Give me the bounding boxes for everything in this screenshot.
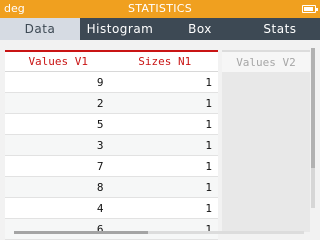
values-v2-column[interactable] xyxy=(222,72,310,232)
tab-bar: Data Histogram Box Stats xyxy=(0,18,320,40)
status-bar: deg STATISTICS xyxy=(0,0,320,18)
vertical-scroll-thumb[interactable] xyxy=(311,48,315,168)
table-row: 9 1 xyxy=(5,72,218,93)
value-cell[interactable]: 4 xyxy=(5,202,114,215)
table-row: 2 1 xyxy=(5,93,218,114)
table-row: 6 1 xyxy=(5,219,218,240)
size-cell[interactable]: 1 xyxy=(114,181,219,194)
size-cell[interactable]: 1 xyxy=(114,97,219,110)
size-cell[interactable]: 1 xyxy=(114,160,219,173)
vertical-scrollbar[interactable] xyxy=(311,48,315,208)
values-v2-header[interactable]: Values V2 xyxy=(222,50,310,72)
value-cell[interactable]: 8 xyxy=(5,181,114,194)
size-cell[interactable]: 1 xyxy=(114,202,219,215)
tab-data[interactable]: Data xyxy=(0,18,80,40)
app-title: STATISTICS xyxy=(127,2,193,15)
values-v1-header[interactable]: Values V1 xyxy=(5,55,112,68)
battery-icon xyxy=(302,5,318,13)
size-cell[interactable]: 1 xyxy=(114,118,219,131)
table-row: 4 1 xyxy=(5,198,218,219)
size-cell[interactable]: 1 xyxy=(114,76,219,89)
sizes-n1-header[interactable]: Sizes N1 xyxy=(112,55,219,68)
tab-histogram[interactable]: Histogram xyxy=(80,18,160,40)
battery-level xyxy=(304,7,313,11)
value-cell[interactable]: 5 xyxy=(5,118,114,131)
table-row: 3 1 xyxy=(5,135,218,156)
tab-box[interactable]: Box xyxy=(160,18,240,40)
table-row: 5 1 xyxy=(5,114,218,135)
value-cell[interactable]: 2 xyxy=(5,97,114,110)
table-row: 8 1 xyxy=(5,177,218,198)
table-header: Values V1 Sizes N1 xyxy=(5,52,218,72)
horizontal-scrollbar[interactable] xyxy=(14,231,304,234)
data-view: Values V1 Sizes N1 9 1 2 1 5 1 3 1 7 1 8… xyxy=(0,40,320,240)
table-row: 7 1 xyxy=(5,156,218,177)
tab-stats[interactable]: Stats xyxy=(240,18,320,40)
value-cell[interactable]: 3 xyxy=(5,139,114,152)
horizontal-scroll-thumb[interactable] xyxy=(14,231,148,234)
value-cell[interactable]: 7 xyxy=(5,160,114,173)
size-cell[interactable]: 1 xyxy=(114,139,219,152)
data-table: Values V1 Sizes N1 9 1 2 1 5 1 3 1 7 1 8… xyxy=(5,50,218,240)
value-cell[interactable]: 9 xyxy=(5,76,114,89)
